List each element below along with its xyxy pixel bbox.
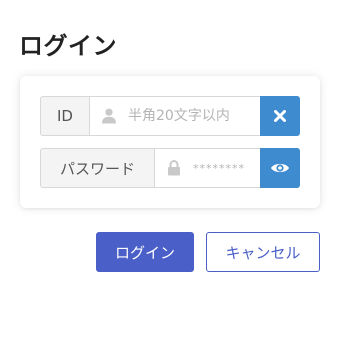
password-input-group: パスワード <box>40 148 300 188</box>
close-icon <box>274 110 286 122</box>
lock-icon <box>168 160 180 176</box>
id-label: ID <box>40 96 89 136</box>
password-field-wrapper[interactable] <box>154 148 260 188</box>
login-button[interactable]: ログイン <box>96 232 194 272</box>
login-card: ID パスワード <box>20 76 320 208</box>
cancel-button[interactable]: キャンセル <box>206 232 320 272</box>
id-input[interactable] <box>128 108 260 124</box>
id-input-group: ID <box>40 96 300 136</box>
eye-icon <box>271 163 289 173</box>
id-field-wrapper[interactable] <box>89 96 260 136</box>
password-input[interactable] <box>193 160 260 176</box>
user-icon <box>102 108 116 124</box>
page-title: ログイン <box>19 32 117 60</box>
clear-id-button[interactable] <box>260 96 300 136</box>
password-label: パスワード <box>40 148 154 188</box>
show-password-button[interactable] <box>260 148 300 188</box>
